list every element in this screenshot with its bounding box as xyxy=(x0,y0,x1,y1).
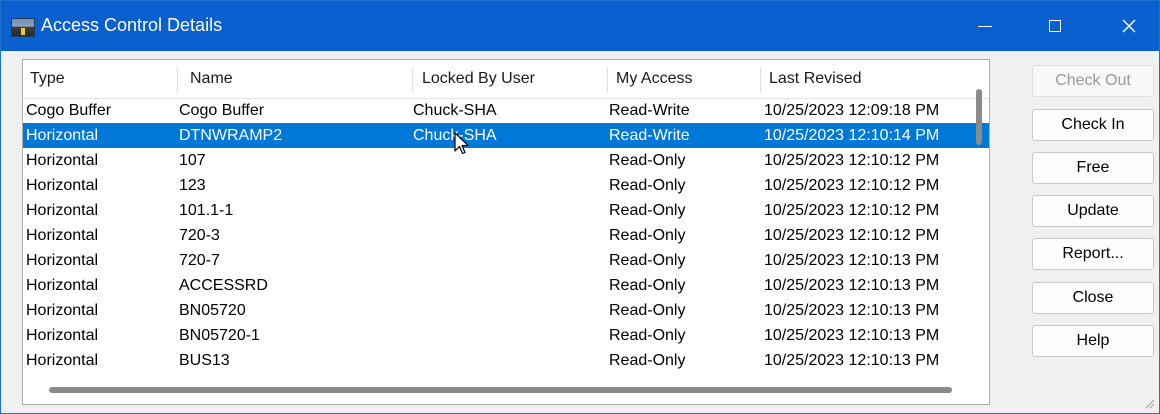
report-button[interactable]: Report... xyxy=(1032,238,1154,270)
cell-name: BN05720-1 xyxy=(179,327,260,344)
access-list[interactable]: Type Name Locked By User My Access Last … xyxy=(22,59,990,405)
cell-last-revised: 10/25/2023 12:10:12 PM xyxy=(764,152,940,169)
close-icon xyxy=(1122,19,1136,33)
table-row[interactable]: Horizontal 101.1-1 Read-Only 10/25/2023 12:… xyxy=(23,198,989,223)
cell-last-revised: 10/25/2023 12:10:12 PM xyxy=(764,177,940,194)
cell-type: Horizontal xyxy=(26,352,99,369)
resize-grip-icon[interactable] xyxy=(1143,397,1155,409)
cell-name: DTNWRAMP2 xyxy=(179,127,283,144)
cell-type: Horizontal xyxy=(26,252,99,269)
list-header: Type Name Locked By User My Access Last … xyxy=(23,60,989,99)
cell-name: BN05720 xyxy=(179,302,246,319)
cell-my-access: Read-Only xyxy=(609,177,686,194)
close-window-button[interactable] xyxy=(1099,1,1159,51)
cell-my-access: Read-Only xyxy=(609,352,686,369)
maximize-button[interactable] xyxy=(1025,1,1085,51)
cell-my-access: Read-Only xyxy=(609,202,686,219)
cell-my-access: Read-Only xyxy=(609,252,686,269)
minimize-icon xyxy=(978,25,992,27)
maximize-icon xyxy=(1049,20,1061,32)
table-row[interactable]: Horizontal 123 Read-Only 10/25/2023 12:10:1… xyxy=(23,173,989,198)
cell-type: Horizontal xyxy=(26,152,99,169)
update-button[interactable]: Update xyxy=(1032,195,1154,227)
road-app-icon xyxy=(11,18,35,37)
cell-type: Horizontal xyxy=(26,227,99,244)
column-header-my-access[interactable]: My Access xyxy=(616,60,692,98)
cell-my-access: Read-Only xyxy=(609,152,686,169)
table-row[interactable]: Horizontal 720-7 Read-Only 10/25/2023 12:10… xyxy=(23,248,989,273)
column-header-name[interactable]: Name xyxy=(190,60,233,98)
cell-last-revised: 10/25/2023 12:10:12 PM xyxy=(764,202,940,219)
column-divider[interactable] xyxy=(607,68,608,92)
access-control-dialog: Access Control Details Type Name Locked … xyxy=(0,0,1160,414)
cell-my-access: Read-Only xyxy=(609,302,686,319)
help-button[interactable]: Help xyxy=(1032,325,1154,357)
table-row[interactable]: Horizontal BUS13 Read-Only 10/25/2023 12:10… xyxy=(23,348,989,373)
cell-locked-by: Chuck-SHA xyxy=(413,102,497,119)
cell-last-revised: 10/25/2023 12:10:13 PM xyxy=(764,252,940,269)
cell-last-revised: 10/25/2023 12:09:18 PM xyxy=(764,102,940,119)
cell-last-revised: 10/25/2023 12:10:13 PM xyxy=(764,327,940,344)
cell-name: 101.1-1 xyxy=(179,202,234,219)
table-row[interactable]: Horizontal ACCESSRD Read-Only 10/25/2023 12… xyxy=(23,273,989,298)
cell-type: Horizontal xyxy=(26,177,99,194)
cell-my-access: Read-Only xyxy=(609,227,686,244)
cell-name: 720-3 xyxy=(179,227,220,244)
title-bar[interactable]: Access Control Details xyxy=(1,1,1159,51)
cell-my-access: Read-Write xyxy=(609,102,690,119)
cell-my-access: Read-Write xyxy=(609,127,690,144)
cell-name: Cogo Buffer xyxy=(179,102,265,119)
table-row[interactable]: Horizontal 107 Read-Only 10/25/2023 12:10:1… xyxy=(23,148,989,173)
close-button[interactable]: Close xyxy=(1032,282,1154,314)
cell-type: Horizontal xyxy=(26,202,99,219)
column-divider[interactable] xyxy=(177,68,178,92)
cell-name: 123 xyxy=(179,177,206,194)
cell-last-revised: 10/25/2023 12:10:13 PM xyxy=(764,302,940,319)
horizontal-scrollbar-thumb[interactable] xyxy=(49,387,952,393)
cell-my-access: Read-Only xyxy=(609,277,686,294)
cell-type: Horizontal xyxy=(26,327,99,344)
table-row[interactable]: HorizontalDTNWRAMP2Chuck-SHARead-Write10… xyxy=(23,123,989,148)
cell-type: Cogo Buffer xyxy=(26,102,112,119)
column-divider[interactable] xyxy=(760,68,761,92)
cell-last-revised: 10/25/2023 12:10:13 PM xyxy=(764,352,940,369)
column-divider[interactable] xyxy=(412,68,413,92)
cell-my-access: Read-Only xyxy=(609,327,686,344)
column-header-last-revised[interactable]: Last Revised xyxy=(769,60,862,98)
table-row[interactable]: Horizontal 720-3 Read-Only 10/25/2023 12:10… xyxy=(23,223,989,248)
cell-name: 720-7 xyxy=(179,252,220,269)
window-title: Access Control Details xyxy=(41,15,223,35)
cell-last-revised: 10/25/2023 12:10:12 PM xyxy=(764,227,940,244)
column-header-type[interactable]: Type xyxy=(30,60,65,98)
table-row[interactable]: Horizontal BN05720 Read-Only 10/25/2023 12:… xyxy=(23,298,989,323)
cell-last-revised: 10/25/2023 12:10:14 PM xyxy=(764,127,940,144)
cell-type: Horizontal xyxy=(26,302,99,319)
column-header-locked-by[interactable]: Locked By User xyxy=(422,60,535,98)
cell-name: 107 xyxy=(179,152,206,169)
cell-name: ACCESSRD xyxy=(179,277,268,294)
cell-last-revised: 10/25/2023 12:10:13 PM xyxy=(764,277,940,294)
cell-type: Horizontal xyxy=(26,277,99,294)
check-in-button[interactable]: Check In xyxy=(1032,109,1154,141)
mouse-cursor-icon xyxy=(454,132,469,155)
table-row[interactable]: Cogo Buffer Cogo Buffer Chuck-SHA Read-Writ… xyxy=(23,98,989,123)
table-row[interactable]: Horizontal BN05720-1 Read-Only 10/25/2023 1… xyxy=(23,323,989,348)
free-button[interactable]: Free xyxy=(1032,152,1154,184)
check-out-button[interactable]: Check Out xyxy=(1032,65,1154,97)
vertical-scrollbar-thumb[interactable] xyxy=(976,89,982,145)
minimize-button[interactable] xyxy=(955,1,1015,51)
cell-type: Horizontal xyxy=(26,127,99,144)
cell-name: BUS13 xyxy=(179,352,230,369)
